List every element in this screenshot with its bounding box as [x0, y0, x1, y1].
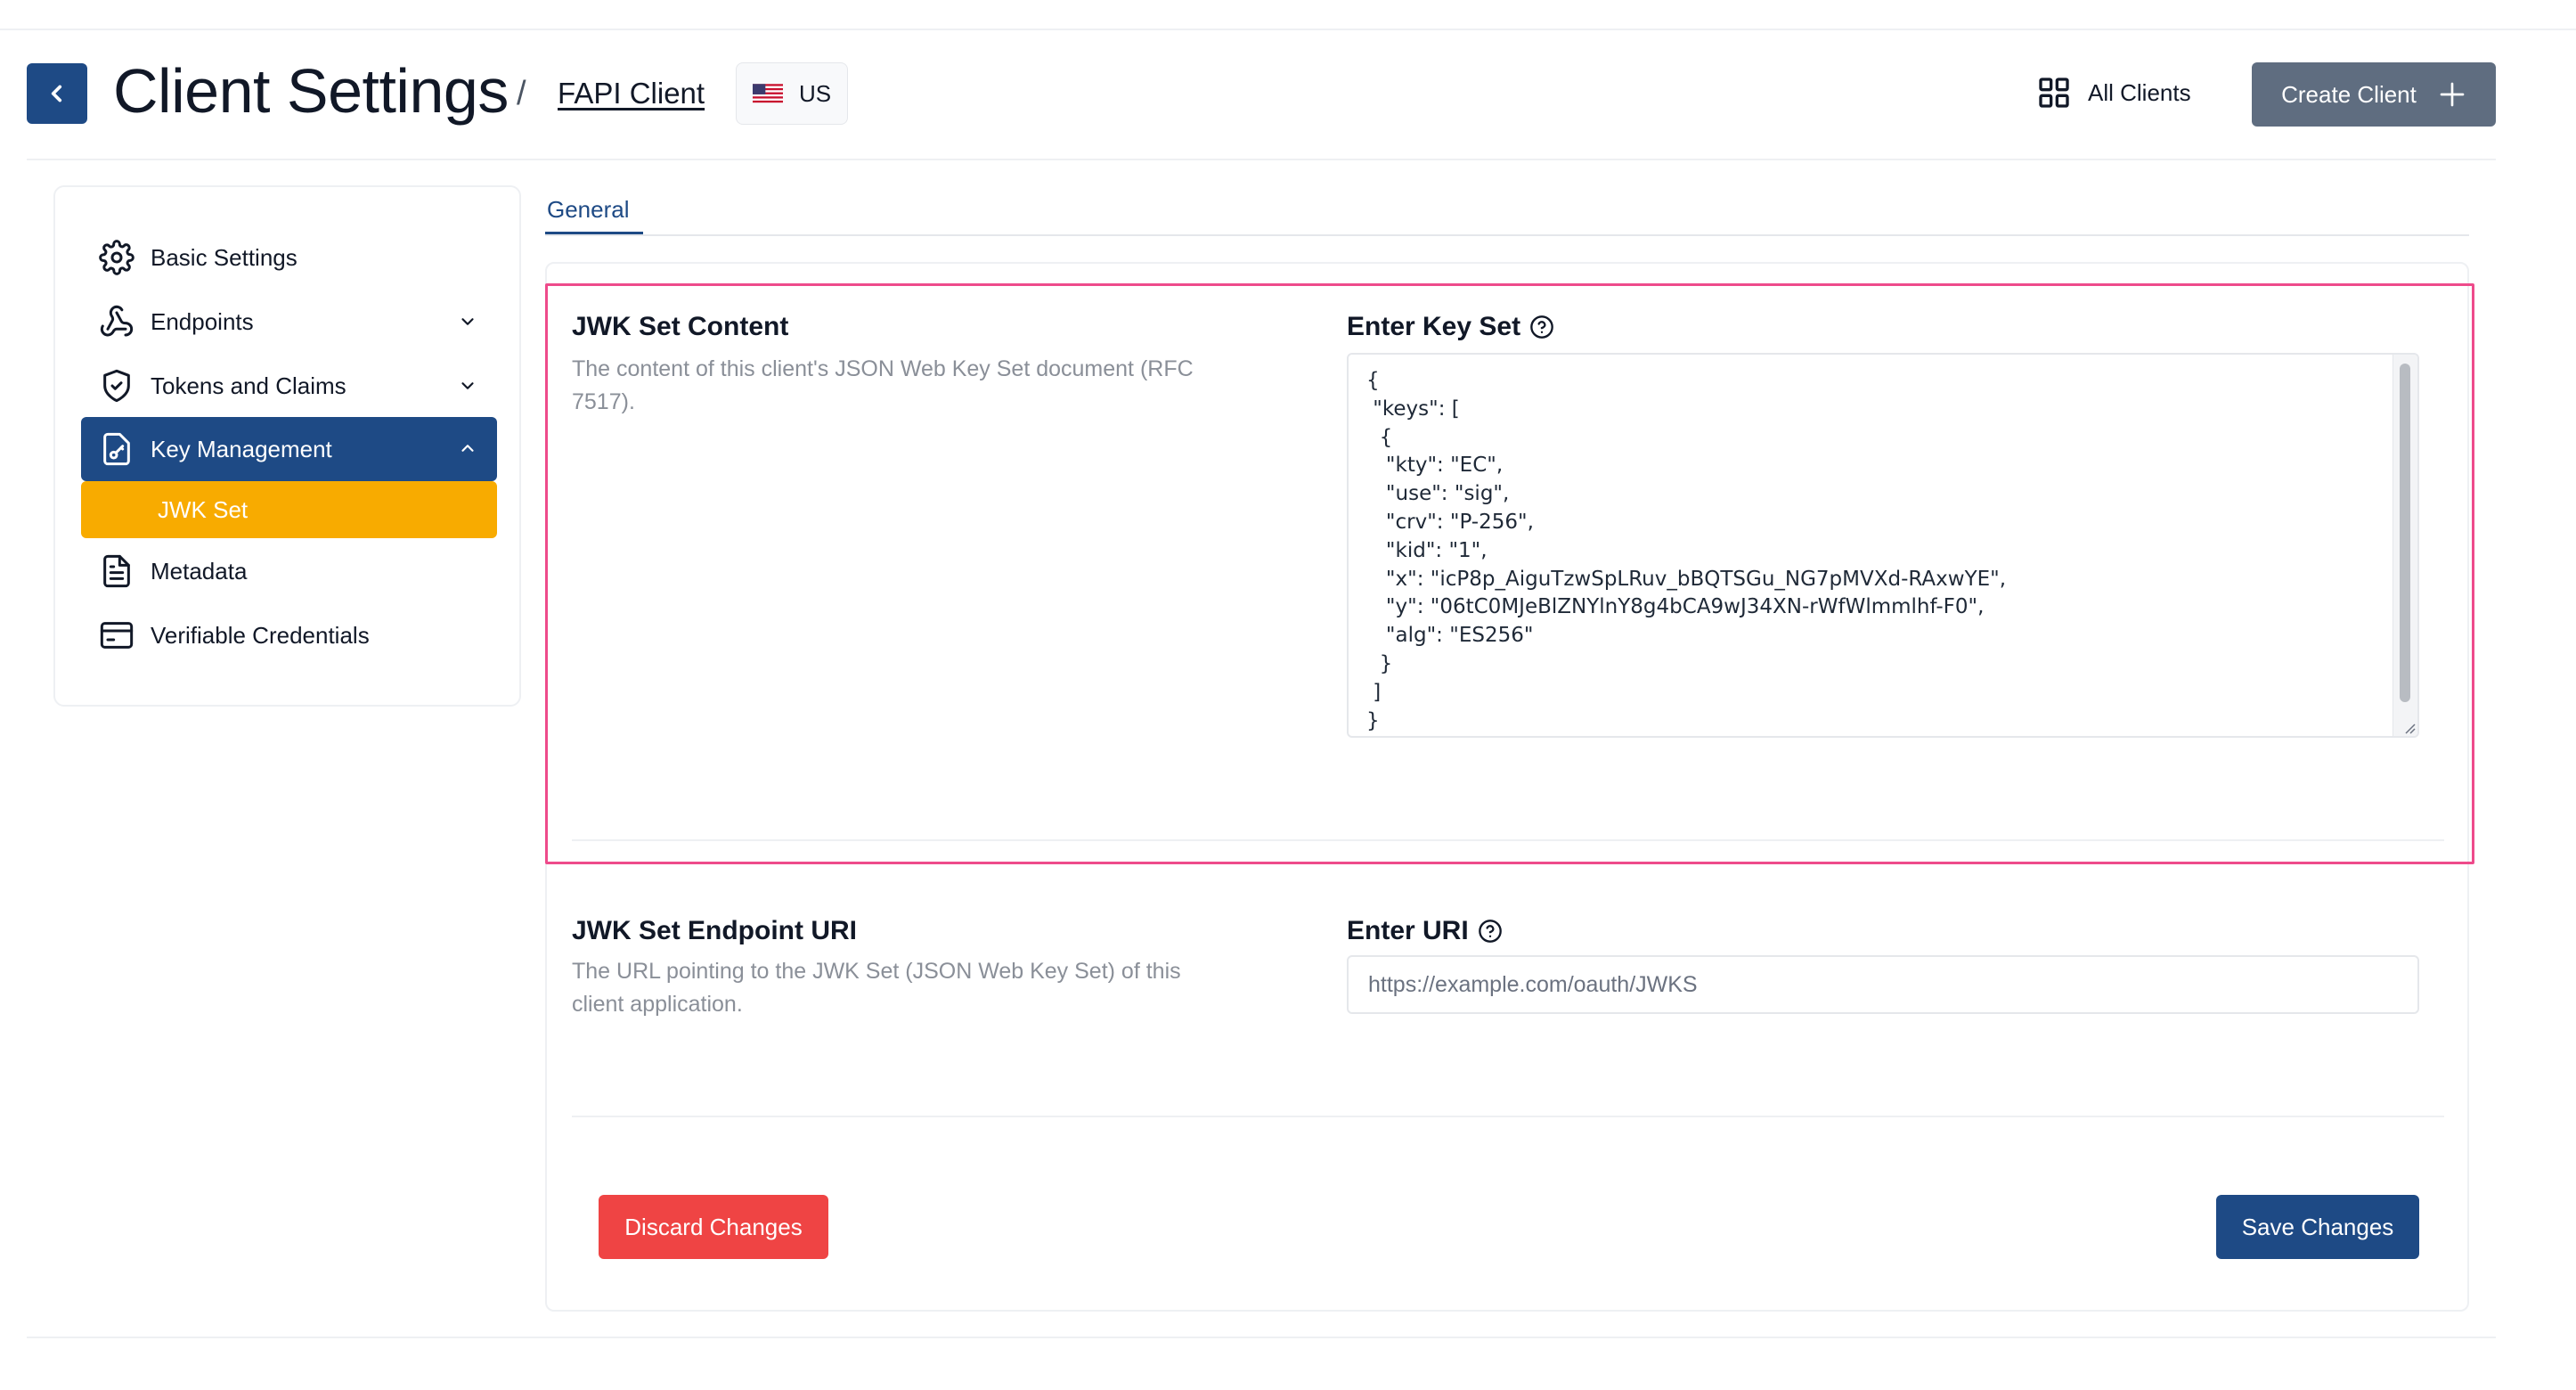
sidebar-subitem-jwk-set[interactable]: JWK Set	[81, 481, 497, 538]
all-clients-link[interactable]: All Clients	[2036, 75, 2191, 110]
bottom-divider	[27, 1337, 2496, 1338]
sidebar-item-label: Tokens and Claims	[151, 372, 346, 399]
section-divider	[572, 839, 2444, 841]
resize-handle-icon[interactable]	[2401, 720, 2416, 734]
jwks-content-title: JWK Set Content	[572, 312, 789, 341]
sidebar-item-basic-settings[interactable]: Basic Settings	[81, 226, 497, 289]
active-tab-indicator	[545, 232, 643, 234]
sidebar-item-label: Basic Settings	[151, 243, 298, 271]
textarea-scrollbar-thumb[interactable]	[2400, 364, 2410, 702]
plus-icon	[2440, 82, 2465, 107]
discard-changes-button[interactable]: Discard Changes	[599, 1195, 828, 1259]
sidebar-item-label: Verifiable Credentials	[151, 621, 370, 649]
key-set-value[interactable]: { "keys": [ { "kty": "EC", "use": "sig",…	[1366, 367, 2006, 735]
us-flag-icon	[752, 84, 783, 103]
grid-icon	[2039, 78, 2069, 108]
actions-divider	[572, 1116, 2444, 1117]
key-set-label-text: Enter Key Set	[1347, 312, 1521, 341]
chevron-left-icon	[51, 85, 62, 102]
jwks-content-description: The content of this client's JSON Web Ke…	[572, 356, 1194, 414]
key-set-textarea[interactable]: { "keys": [ { "kty": "EC", "use": "sig",…	[1347, 353, 2419, 738]
save-changes-button[interactable]: Save Changes	[2216, 1195, 2419, 1259]
textarea-scrollbar-track[interactable]	[2393, 355, 2417, 736]
jwks-uri-description: The URL pointing to the JWK Set (JSON We…	[572, 959, 1181, 1017]
back-button[interactable]	[27, 63, 87, 124]
sidebar-item-label: Key Management	[151, 435, 332, 462]
chevron-down-icon	[461, 382, 474, 389]
document-icon	[103, 554, 130, 588]
jwks-uri-input[interactable]	[1347, 955, 2419, 1014]
help-circle-icon[interactable]	[1478, 919, 1503, 944]
sidebar-item-label: Metadata	[151, 557, 248, 585]
breadcrumb-separator: /	[517, 75, 526, 112]
key-set-field-label: Enter Key Set	[1347, 312, 1554, 342]
sidebar-item-verifiable-credentials[interactable]: Verifiable Credentials	[81, 604, 497, 666]
region-code: US	[798, 79, 832, 107]
sidebar-item-label: Endpoints	[151, 307, 254, 335]
gear-icon	[99, 240, 135, 275]
region-badge[interactable]: US	[736, 62, 848, 125]
sidebar-item-tokens-and-claims[interactable]: Tokens and Claims	[81, 355, 497, 417]
uri-field-label: Enter URI	[1347, 916, 1503, 946]
help-circle-icon[interactable]	[1529, 315, 1554, 339]
sidebar-item-endpoints[interactable]: Endpoints	[81, 290, 497, 353]
tab-bar-divider	[545, 234, 2469, 236]
chevron-up-icon	[461, 445, 474, 452]
sidebar-item-key-management[interactable]: Key Management	[81, 417, 497, 481]
uri-label-text: Enter URI	[1347, 916, 1469, 945]
sidebar: Basic Settings Endpoints Tokens and Clai…	[53, 185, 521, 707]
jwks-uri-title: JWK Set Endpoint URI	[572, 916, 857, 945]
key-document-icon	[103, 432, 130, 466]
create-client-button[interactable]: Create Client	[2252, 62, 2496, 127]
breadcrumb-client-link[interactable]: FAPI Client	[558, 77, 705, 110]
sidebar-subitem-label: JWK Set	[158, 495, 249, 523]
top-divider	[0, 29, 2576, 30]
create-client-label: Create Client	[2281, 80, 2417, 108]
chevron-down-icon	[461, 318, 474, 325]
all-clients-label: All Clients	[2088, 78, 2191, 106]
page-title: Client Settings	[113, 56, 509, 126]
credential-icon	[100, 622, 134, 649]
sidebar-item-metadata[interactable]: Metadata	[81, 540, 497, 602]
header-divider	[27, 159, 2496, 160]
shield-check-icon	[103, 369, 130, 403]
webhook-icon	[100, 305, 134, 337]
